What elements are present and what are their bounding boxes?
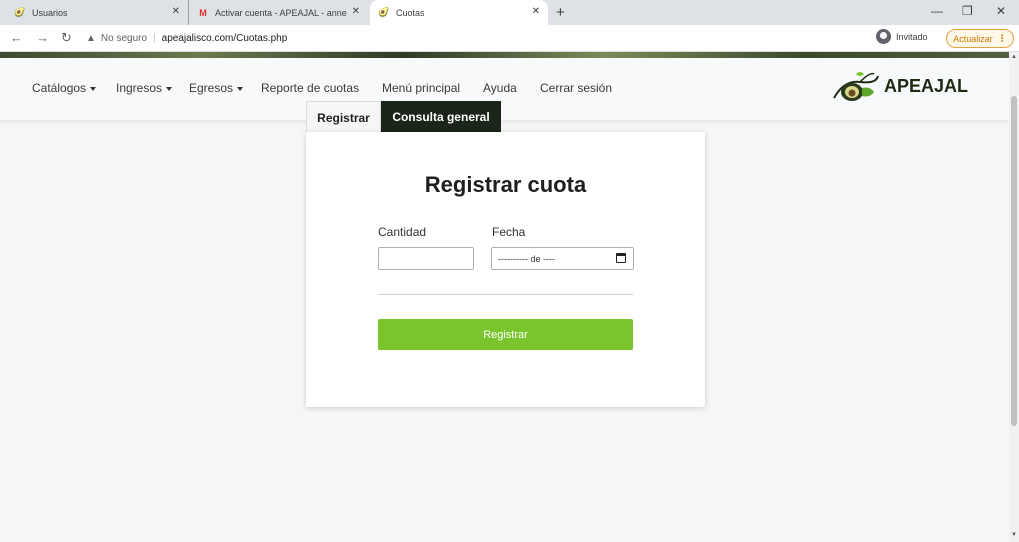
cantidad-label: Cantidad bbox=[378, 225, 427, 239]
avocado-logo-icon bbox=[833, 72, 879, 101]
divider: | bbox=[153, 33, 156, 44]
address-bar[interactable]: ▲ No seguro | apeajalisco.com/Cuotas.php bbox=[86, 30, 866, 47]
reload-icon[interactable]: ↻ bbox=[61, 30, 72, 46]
nav-cerrar-sesion[interactable]: Cerrar sesión bbox=[540, 81, 612, 95]
registrar-button[interactable]: Registrar bbox=[378, 319, 633, 350]
brand-name: APEAJAL bbox=[884, 75, 969, 96]
more-vert-icon: ⋮ bbox=[997, 33, 1007, 43]
fecha-input[interactable]: ---------- de ---- bbox=[491, 247, 634, 270]
close-icon[interactable]: ✕ bbox=[172, 6, 180, 17]
form-title: Registrar cuota bbox=[424, 172, 587, 197]
cantidad-input[interactable] bbox=[378, 247, 474, 270]
apeajal-favicon-icon: 🥑 bbox=[378, 7, 390, 17]
fecha-label: Fecha bbox=[492, 225, 526, 239]
calendar-icon[interactable] bbox=[616, 253, 626, 263]
form-divider bbox=[378, 294, 633, 295]
fecha-value: ---------- de ---- bbox=[498, 253, 555, 264]
nav-catalogos[interactable]: Catálogos bbox=[32, 81, 97, 95]
brand-logo[interactable]: APEAJAL bbox=[830, 68, 968, 104]
caret-down-icon bbox=[166, 86, 173, 91]
caret-down-icon bbox=[90, 86, 97, 91]
profile-button[interactable]: Invitado bbox=[876, 29, 928, 44]
scroll-thumb[interactable] bbox=[1011, 96, 1017, 426]
restore-icon[interactable]: ❐ bbox=[962, 4, 973, 18]
nav-ingresos[interactable]: Ingresos bbox=[116, 81, 173, 95]
register-card: Registrar cuota Cantidad Fecha ---------… bbox=[306, 132, 705, 407]
nav-label: Egresos bbox=[189, 81, 234, 95]
browser-tab-strip: 🥑 Usuarios ✕ M Activar cuenta - APEAJAL … bbox=[0, 0, 1019, 25]
tab-registrar[interactable]: Registrar bbox=[306, 101, 381, 133]
warning-icon: ▲ bbox=[86, 33, 96, 44]
gmail-icon: M bbox=[199, 7, 207, 18]
browser-toolbar: ← → ↻ ▲ No seguro | apeajalisco.com/Cuot… bbox=[0, 25, 1019, 52]
close-icon[interactable]: ✕ bbox=[352, 6, 360, 17]
window-close-icon[interactable]: ✕ bbox=[996, 4, 1006, 18]
profile-label: Invitado bbox=[896, 31, 928, 42]
tab-consulta-general[interactable]: Consulta general bbox=[381, 101, 501, 133]
nav-label: Ingresos bbox=[116, 81, 163, 95]
browser-tab-title: Usuarios bbox=[32, 7, 68, 18]
minimize-icon[interactable]: — bbox=[931, 4, 943, 18]
nav-menu-principal[interactable]: Menú principal bbox=[382, 81, 460, 95]
security-label: No seguro bbox=[100, 33, 148, 44]
caret-down-icon bbox=[237, 86, 244, 91]
browser-tab-activar-cuenta[interactable]: M Activar cuenta - APEAJAL - anne ✕ bbox=[188, 0, 368, 25]
nav-reporte-cuotas[interactable]: Reporte de cuotas bbox=[261, 81, 359, 95]
forward-icon[interactable]: → bbox=[36, 30, 49, 45]
browser-tab-title: Cuotas bbox=[396, 7, 425, 18]
site-navbar: Catálogos Ingresos Egresos Reporte de cu… bbox=[0, 58, 1009, 120]
update-button[interactable]: Actualizar ⋮ bbox=[946, 29, 1014, 48]
scroll-up-icon[interactable]: ▲ bbox=[1011, 54, 1017, 60]
browser-tab-usuarios[interactable]: 🥑 Usuarios ✕ bbox=[6, 0, 188, 25]
nav-egresos[interactable]: Egresos bbox=[189, 81, 244, 95]
page-scrollbar[interactable]: ▲ ▼ bbox=[1009, 52, 1019, 542]
nav-label: Catálogos bbox=[32, 81, 87, 95]
browser-tab-title: Activar cuenta - APEAJAL - anne bbox=[215, 7, 347, 18]
apeajal-favicon-icon: 🥑 bbox=[14, 7, 26, 17]
url-text: apeajalisco.com/Cuotas.php bbox=[161, 33, 288, 44]
profile-avatar-icon bbox=[876, 29, 891, 44]
new-tab-button[interactable]: + bbox=[556, 4, 565, 21]
back-icon[interactable]: ← bbox=[10, 30, 23, 45]
scroll-down-icon[interactable]: ▼ bbox=[1011, 532, 1017, 538]
browser-tab-cuotas[interactable]: 🥑 Cuotas ✕ bbox=[370, 0, 548, 25]
nav-ayuda[interactable]: Ayuda bbox=[483, 81, 517, 95]
update-label: Actualizar bbox=[953, 33, 993, 44]
close-icon[interactable]: ✕ bbox=[532, 6, 540, 17]
